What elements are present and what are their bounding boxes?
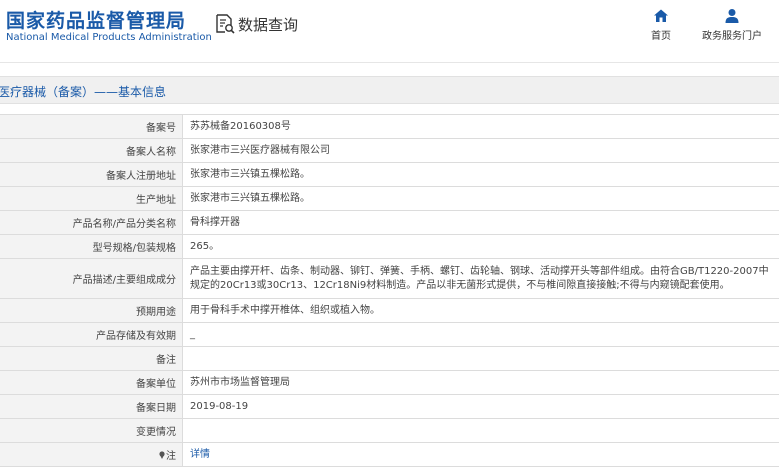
row-label: 变更情况 [0, 419, 183, 442]
row-label: 产品存储及有效期 [0, 323, 183, 346]
header-divider [0, 62, 779, 63]
row-value [184, 419, 779, 442]
data-query-link[interactable]: 数据查询 [214, 12, 298, 36]
details-link[interactable]: 详情 [184, 443, 779, 466]
row-label: 备案人注册地址 [0, 163, 183, 186]
site-logo-cn[interactable]: 国家药品监督管理局 [6, 6, 186, 33]
row-label: 备注 [0, 347, 183, 370]
table-row: 生产地址 张家港市三兴镇五棵松路。 [0, 187, 779, 211]
row-value: 产品主要由撑开杆、齿条、制动器、铆钉、弹簧、手柄、螺钉、齿轮轴、钢球、活动撑开头… [190, 265, 769, 291]
row-label: 备案日期 [0, 395, 183, 418]
table-row: 预期用途 用于骨科手术中撑开椎体、组织或植入物。 [0, 299, 779, 323]
row-value: 张家港市三兴镇五棵松路。 [190, 192, 310, 204]
document-search-icon [216, 14, 235, 34]
row-value: 张家港市三兴镇五棵松路。 [190, 168, 310, 180]
row-label: 产品描述/主要组成成分 [0, 259, 183, 298]
table-row: 备案日期 2019-08-19 [0, 395, 779, 419]
breadcrumb: 医疗器械（备案）——基本信息 [0, 76, 779, 104]
site-header: 国家药品监督管理局 National Medical Products Admi… [0, 0, 779, 62]
row-value: 2019-08-19 [190, 400, 249, 412]
row-value: _ [190, 328, 195, 340]
row-label: 备案号 [0, 115, 183, 138]
table-row: 型号规格/包装规格 265。 [0, 235, 779, 259]
table-row: 备案人名称 张家港市三兴医疗器械有限公司 [0, 139, 779, 163]
breadcrumb-text: 医疗器械（备案）——基本信息 [0, 85, 167, 99]
nav-service-portal[interactable]: 政务服务门户 [697, 8, 767, 42]
table-row: 产品名称/产品分类名称 骨科撑开器 [0, 211, 779, 235]
row-value: 骨科撑开器 [190, 216, 240, 228]
row-value: 张家港市三兴医疗器械有限公司 [190, 144, 330, 156]
row-value: 用于骨科手术中撑开椎体、组织或植入物。 [190, 304, 380, 316]
pin-icon [159, 450, 165, 459]
row-label: 产品名称/产品分类名称 [0, 211, 183, 234]
row-label: 型号规格/包装规格 [0, 235, 183, 258]
row-label: 备案单位 [0, 371, 183, 394]
home-icon [654, 9, 668, 22]
table-row: 产品存储及有效期 _ [0, 323, 779, 347]
table-row: 变更情况 [0, 419, 779, 443]
table-row: 产品描述/主要组成成分 产品主要由撑开杆、齿条、制动器、铆钉、弹簧、手柄、螺钉、… [0, 259, 779, 299]
table-row: 注 详情 [0, 443, 779, 467]
site-logo-en[interactable]: National Medical Products Administration [6, 32, 212, 43]
row-value [184, 347, 779, 370]
note-label: 注 [166, 451, 176, 462]
nav-service-portal-label: 政务服务门户 [702, 31, 762, 42]
table-row: 备案人注册地址 张家港市三兴镇五棵松路。 [0, 163, 779, 187]
nav-home-label: 首页 [651, 31, 671, 42]
row-value: 苏州市市场监督管理局 [190, 376, 290, 388]
table-row: 备注 [0, 347, 779, 371]
table-row: 备案单位 苏州市市场监督管理局 [0, 371, 779, 395]
user-icon [725, 9, 739, 23]
row-value: 265。 [190, 240, 220, 252]
row-label: 预期用途 [0, 299, 183, 322]
record-detail-table: 备案号 苏苏械备20160308号 备案人名称 张家港市三兴医疗器械有限公司 备… [0, 114, 779, 467]
table-row: 备案号 苏苏械备20160308号 [0, 115, 779, 139]
row-value: 苏苏械备20160308号 [190, 120, 291, 132]
nav-home[interactable]: 首页 [626, 8, 696, 42]
data-query-label: 数据查询 [238, 15, 299, 34]
row-label: 备案人名称 [0, 139, 183, 162]
row-label: 生产地址 [0, 187, 183, 210]
row-label: 注 [0, 443, 183, 466]
